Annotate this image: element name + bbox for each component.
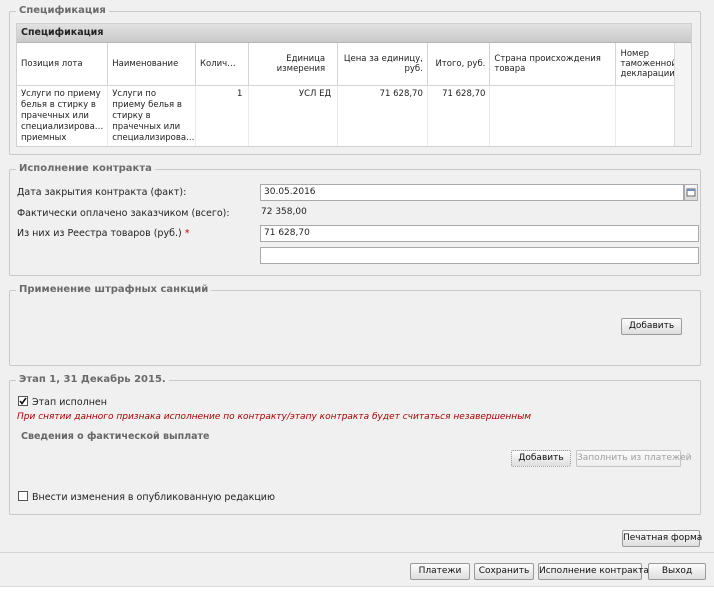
contract-execution-button[interactable]: Исполнение контракта xyxy=(538,563,649,580)
close-date-label: Дата закрытия контракта (факт): xyxy=(17,187,187,198)
stage-legend: Этап 1, 31 Декабрь 2015. xyxy=(16,374,169,385)
col-header-country[interactable]: Страна происхождения товара xyxy=(489,43,617,86)
payments-button[interactable]: Платежи xyxy=(410,563,470,580)
cell-country xyxy=(489,85,617,146)
col-header-unit[interactable]: Единица измерения xyxy=(248,43,339,86)
cell-unit: УСЛ ЕД xyxy=(248,85,339,146)
cell-lot-position: Услуги по приему белья в стирку в прачеч… xyxy=(17,85,109,146)
penalties-legend: Применение штрафных санкций xyxy=(16,284,212,295)
cell-total: 71 628,70 xyxy=(427,85,491,146)
calendar-button[interactable] xyxy=(684,184,698,201)
stage-done-label: Этап исполнен xyxy=(32,397,107,408)
paid-value: 72 358,00 xyxy=(261,207,307,217)
calendar-icon xyxy=(686,188,696,197)
registry-input[interactable]: 71 628,70 xyxy=(260,225,699,242)
spec-grid-title: Спецификация xyxy=(17,24,691,43)
contract-legend: Исполнение контракта xyxy=(16,163,155,174)
cell-customs-number xyxy=(615,85,677,146)
required-mark: * xyxy=(184,228,190,239)
payment-info-title: Сведения о фактической выплате xyxy=(21,431,210,442)
save-button[interactable]: Сохранить xyxy=(474,563,534,580)
table-row[interactable]: Услуги по приему белья в стирку в прачеч… xyxy=(17,85,677,146)
col-header-total[interactable]: Итого, руб. xyxy=(427,43,491,86)
checkmark-icon xyxy=(19,397,27,405)
spec-grid: Спецификация Позиция лота Наименование К… xyxy=(16,23,692,147)
paid-label: Фактически оплачено заказчиком (всего): xyxy=(17,208,230,219)
col-header-name[interactable]: Наименование xyxy=(107,43,196,86)
spec-legend: Спецификация xyxy=(16,5,109,16)
col-header-customs-number[interactable]: Номер таможенной декларации xyxy=(615,43,677,86)
penalties-fieldset: Применение штрафных санкций xyxy=(9,284,701,366)
cell-quantity: 1 xyxy=(195,85,250,146)
exit-button[interactable]: Выход xyxy=(648,563,706,580)
extra-input[interactable] xyxy=(260,247,699,264)
cell-unit-price: 71 628,70 xyxy=(337,85,428,146)
col-header-quantity[interactable]: Колич… xyxy=(195,43,250,86)
stage-done-checkbox[interactable] xyxy=(18,396,28,406)
penalties-add-button[interactable]: Добавить xyxy=(621,318,682,335)
bottom-strip xyxy=(0,586,714,614)
publish-changes-checkbox[interactable] xyxy=(18,491,28,501)
col-header-lot-position[interactable]: Позиция лота xyxy=(17,43,109,86)
publish-changes-label: Внести изменения в опубликованную редакц… xyxy=(32,492,275,503)
cell-name: Услуги по приему белья в стирку в прачеч… xyxy=(107,85,196,146)
fill-from-payments-button[interactable]: Заполнить из платежей xyxy=(576,450,692,467)
registry-label: Из них из Реестра товаров (руб.) * xyxy=(17,228,189,239)
spec-table: Позиция лота Наименование Колич… Единица… xyxy=(17,43,677,146)
col-header-unit-price[interactable]: Цена за единицу, руб. xyxy=(337,43,428,86)
close-date-input[interactable]: 30.05.2016 xyxy=(260,184,684,201)
spec-grid-scrollbar[interactable] xyxy=(674,43,691,146)
print-form-button[interactable]: Печатная форма xyxy=(622,530,702,547)
stage-warning-text: При снятии данного признака исполнение п… xyxy=(17,412,532,422)
stage-add-button[interactable]: Добавить xyxy=(511,450,571,467)
registry-label-text: Из них из Реестра товаров (руб.) xyxy=(17,228,182,239)
spec-header-row: Позиция лота Наименование Колич… Единица… xyxy=(17,43,677,86)
footer-divider xyxy=(0,552,714,553)
